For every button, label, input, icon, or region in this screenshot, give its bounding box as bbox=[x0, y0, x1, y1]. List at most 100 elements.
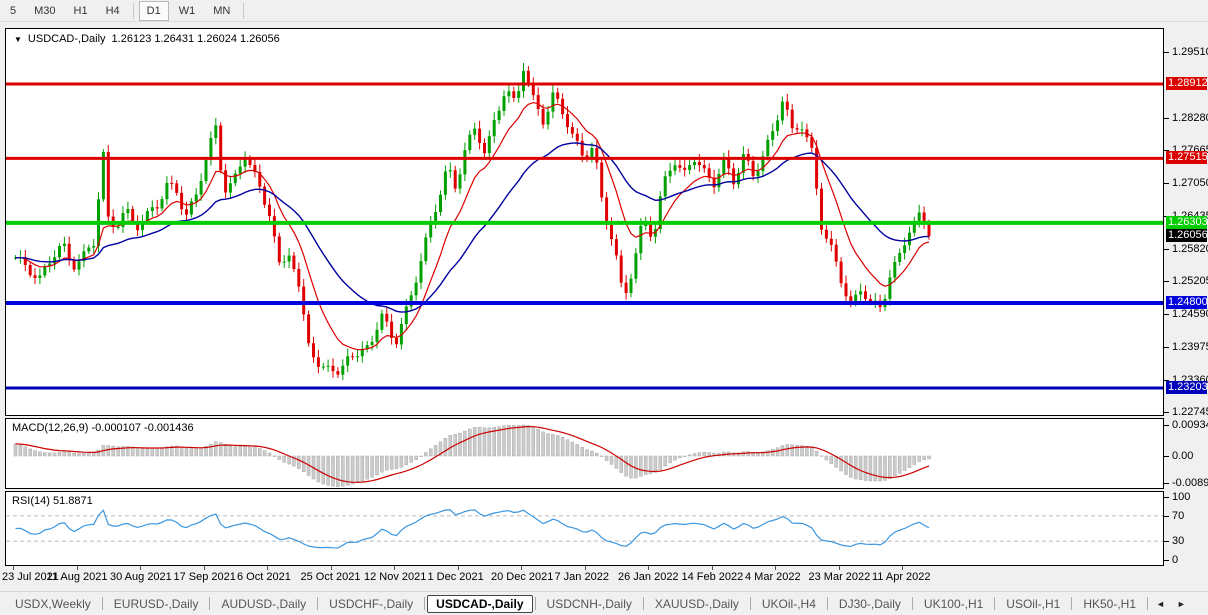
date-tick-label: 7 Jan 2022 bbox=[555, 571, 609, 583]
axis-tick-label: 1.27050 bbox=[1172, 177, 1208, 189]
axis-tick-label: -0.008902 bbox=[1172, 477, 1208, 489]
price-level-badge: 1.28912 bbox=[1166, 77, 1207, 90]
tab-separator bbox=[827, 597, 828, 610]
timeframe-button-h1[interactable]: H1 bbox=[66, 1, 96, 21]
tab-separator bbox=[102, 597, 103, 610]
axis-tick-mark bbox=[1164, 516, 1169, 517]
tab-dj30-daily[interactable]: DJ30-,Daily bbox=[830, 595, 910, 613]
tab-eurusd-daily[interactable]: EURUSD-,Daily bbox=[105, 595, 208, 613]
axis-tick-mark bbox=[1164, 347, 1169, 348]
axis-tick-label: 0.00 bbox=[1172, 450, 1193, 462]
axis-tick-label: 1.25820 bbox=[1172, 243, 1208, 255]
chevron-down-icon[interactable]: ▼ bbox=[14, 35, 22, 44]
rsi-chart[interactable] bbox=[6, 492, 1163, 565]
tab-uk100-h1[interactable]: UK100-,H1 bbox=[915, 595, 992, 613]
tab-hk50-h1[interactable]: HK50-,H1 bbox=[1074, 595, 1145, 613]
axis-tick-label: 30 bbox=[1172, 535, 1184, 547]
date-tick-label: 11 Apr 2022 bbox=[872, 571, 931, 583]
price-level-badge: 1.24800 bbox=[1166, 296, 1207, 309]
date-tick-mark bbox=[204, 566, 205, 570]
axis-tick-label: 1.23975 bbox=[1172, 341, 1208, 353]
timeframe-toolbar: 5M30H1H4 D1W1MN bbox=[0, 0, 1208, 22]
chart-tab-bar: USDX,Weekly EURUSD-,DailyAUDUSD-,Daily USD… bbox=[0, 591, 1208, 615]
tab-scroll-left-icon[interactable]: ◄ bbox=[1150, 597, 1171, 611]
tab-separator bbox=[994, 597, 995, 610]
tab-scroll-right-icon[interactable]: ► bbox=[1171, 597, 1192, 611]
axis-tick-mark bbox=[1164, 560, 1169, 561]
tab-ukoil-h4[interactable]: UKOil-,H4 bbox=[753, 595, 825, 613]
axis-tick-mark bbox=[1164, 314, 1169, 315]
axis-tick-mark bbox=[1164, 483, 1169, 484]
tab-usdcnh-daily[interactable]: USDCNH-,Daily bbox=[538, 595, 641, 613]
axis-tick-mark bbox=[1164, 541, 1169, 542]
tab-separator bbox=[643, 597, 644, 610]
chart-symbol-label: USDCAD-,Daily bbox=[28, 33, 106, 45]
date-tick-label: 1 Dec 2021 bbox=[428, 571, 484, 583]
tab-separator bbox=[750, 597, 751, 610]
date-tick-label: 17 Sep 2021 bbox=[174, 571, 236, 583]
date-tick-mark bbox=[902, 566, 903, 570]
price-level-badge: 1.26056 bbox=[1166, 229, 1207, 242]
rsi-panel[interactable]: RSI(14) 51.8871 bbox=[5, 491, 1164, 566]
date-tick-label: 4 Mar 2022 bbox=[745, 571, 801, 583]
candlestick-chart[interactable] bbox=[6, 29, 1163, 415]
axis-tick-mark bbox=[1164, 183, 1169, 184]
date-tick-label: 6 Oct 2021 bbox=[237, 571, 291, 583]
date-tick-mark bbox=[585, 566, 586, 570]
date-axis: 23 Jul 202111 Aug 202130 Aug 202117 Sep … bbox=[0, 566, 1208, 590]
price-level-badge: 1.27515 bbox=[1166, 151, 1207, 164]
timeframe-button-d1[interactable]: D1 bbox=[139, 1, 169, 21]
date-tick-mark bbox=[521, 566, 522, 570]
tab-separator bbox=[1071, 597, 1072, 610]
date-tick-label: 14 Feb 2022 bbox=[682, 571, 744, 583]
date-tick-mark bbox=[648, 566, 649, 570]
tab-audusd-daily[interactable]: AUDUSD-,Daily bbox=[212, 595, 315, 613]
date-tick-label: 12 Nov 2021 bbox=[364, 571, 426, 583]
date-tick-mark bbox=[77, 566, 78, 570]
date-tick-label: 11 Aug 2021 bbox=[47, 571, 108, 583]
date-tick-label: 26 Jan 2022 bbox=[618, 571, 679, 583]
axis-tick-label: 1.29510 bbox=[1172, 46, 1208, 58]
tab-separator bbox=[424, 597, 425, 610]
date-tick-label: 30 Aug 2021 bbox=[110, 571, 172, 583]
timeframe-button-w1[interactable]: W1 bbox=[171, 1, 204, 21]
timeframe-button-mn[interactable]: MN bbox=[205, 1, 238, 21]
rsi-label: RSI(14) 51.8871 bbox=[12, 495, 93, 507]
tab-usdx-weekly[interactable]: USDX,Weekly bbox=[6, 595, 100, 613]
axis-tick-label: 0 bbox=[1172, 554, 1178, 566]
axis-tick-label: 70 bbox=[1172, 510, 1184, 522]
timeframe-button-5[interactable]: 5 bbox=[2, 1, 24, 21]
price-level-badge: 1.23203 bbox=[1166, 381, 1207, 394]
date-tick-mark bbox=[331, 566, 332, 570]
toolbar-separator bbox=[243, 3, 244, 19]
timeframe-button-h4[interactable]: H4 bbox=[98, 1, 128, 21]
macd-panel[interactable]: MACD(12,26,9) -0.000107 -0.001436 bbox=[5, 418, 1164, 489]
axis-tick-mark bbox=[1164, 456, 1169, 457]
date-tick-mark bbox=[839, 566, 840, 570]
axis-tick-label: 1.25205 bbox=[1172, 275, 1208, 287]
date-tick-mark bbox=[267, 566, 268, 570]
axis-tick-label: 1.28280 bbox=[1172, 112, 1208, 124]
tab-usdcad-daily[interactable]: USDCAD-,Daily bbox=[427, 595, 532, 613]
tab-usoil-h1[interactable]: USOil-,H1 bbox=[997, 595, 1069, 613]
tab-separator bbox=[209, 597, 210, 610]
date-tick-mark bbox=[13, 566, 14, 570]
axis-tick-mark bbox=[1164, 249, 1169, 250]
price-level-badge: 1.26303 bbox=[1166, 216, 1207, 229]
tab-usdchf-daily[interactable]: USDCHF-,Daily bbox=[320, 595, 422, 613]
main-chart-panel[interactable]: ▼ USDCAD-,Daily 1.26123 1.26431 1.26024 … bbox=[5, 28, 1164, 416]
chart-ohlc-values: 1.26123 1.26431 1.26024 1.26056 bbox=[112, 33, 280, 45]
date-tick-mark bbox=[712, 566, 713, 570]
tab-separator bbox=[535, 597, 536, 610]
date-tick-mark bbox=[458, 566, 459, 570]
axis-tick-mark bbox=[1164, 497, 1169, 498]
date-tick-label: 23 Mar 2022 bbox=[809, 571, 871, 583]
date-tick-label: 25 Oct 2021 bbox=[301, 571, 361, 583]
timeframe-button-m30[interactable]: M30 bbox=[26, 1, 63, 21]
date-tick-mark bbox=[140, 566, 141, 570]
tab-xauusd-daily[interactable]: XAUUSD-,Daily bbox=[646, 595, 748, 613]
axis-tick-mark bbox=[1164, 118, 1169, 119]
price-axis: 1.295101.282801.276651.270501.264351.258… bbox=[1164, 28, 1208, 566]
axis-tick-mark bbox=[1164, 281, 1169, 282]
axis-tick-mark bbox=[1164, 412, 1169, 413]
